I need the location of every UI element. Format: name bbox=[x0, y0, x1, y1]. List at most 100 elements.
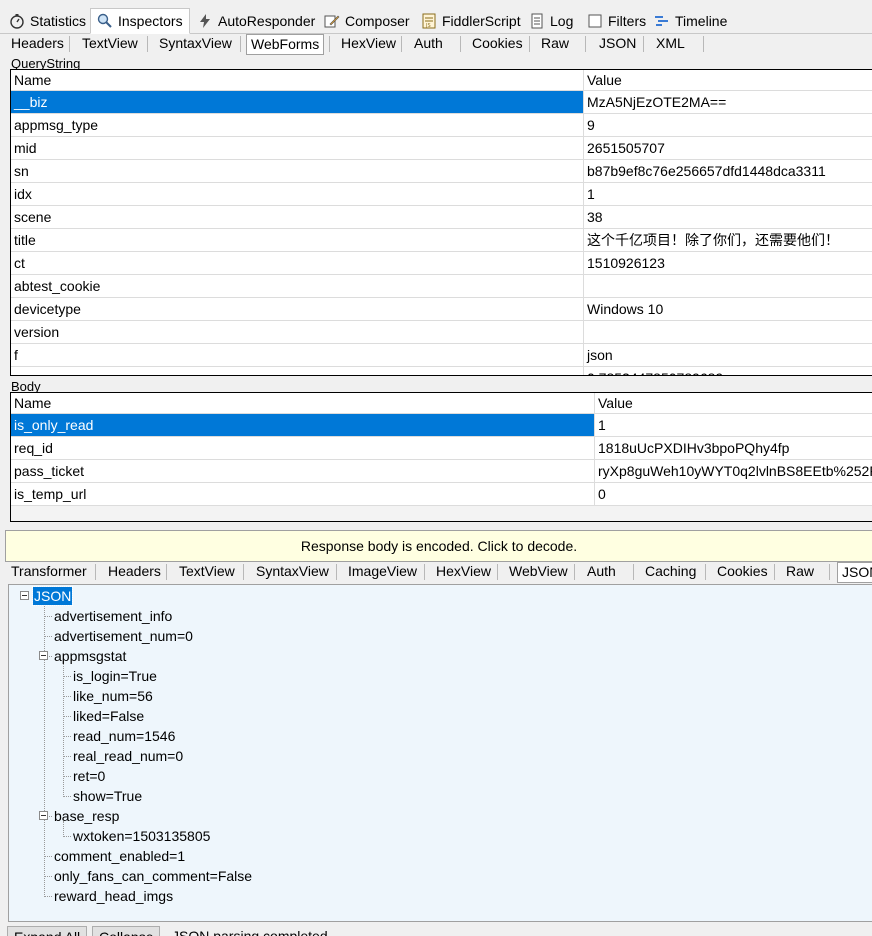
table-row[interactable]: sn b87b9ef8c76e256657dfd1448dca3311 bbox=[11, 160, 872, 183]
tab-fiddlerscript[interactable]: JS FiddlerScript bbox=[414, 10, 528, 32]
cell-value[interactable]: 这个千亿项目！除了你们，还需要他们！ bbox=[584, 229, 839, 251]
cell-name[interactable]: pass_ticket bbox=[11, 460, 595, 482]
table-row[interactable]: ct 1510926123 bbox=[11, 252, 872, 275]
resp-tab-imageview[interactable]: ImageView bbox=[346, 562, 419, 582]
tab-log[interactable]: Log bbox=[522, 10, 580, 32]
cell-name[interactable]: title bbox=[11, 229, 584, 251]
cell-value[interactable]: 2651505707 bbox=[584, 137, 665, 159]
decode-notice-bar[interactable]: Response body is encoded. Click to decod… bbox=[5, 530, 872, 562]
resp-tab-auth[interactable]: Auth bbox=[585, 562, 618, 582]
req-tab-headers[interactable]: Headers bbox=[9, 34, 66, 54]
cell-value[interactable]: 1510926123 bbox=[584, 252, 665, 274]
table-row[interactable]: devicetype Windows 10 bbox=[11, 298, 872, 321]
req-tab-textview[interactable]: TextView bbox=[80, 34, 140, 54]
cell-name[interactable]: __biz bbox=[11, 91, 584, 113]
table-row[interactable]: abtest_cookie bbox=[11, 275, 872, 298]
resp-tab-hexview[interactable]: HexView bbox=[434, 562, 493, 582]
cell-name[interactable]: is_only_read bbox=[11, 414, 595, 436]
tree-node[interactable]: comment_enabled=1 bbox=[53, 847, 186, 865]
cell-value[interactable]: 1818uUcPXDIHv3bpoPQhy4fp bbox=[595, 437, 789, 459]
cell-value[interactable]: b87b9ef8c76e256657dfd1448dca3311 bbox=[584, 160, 826, 182]
column-header-name[interactable]: Name bbox=[11, 70, 584, 90]
req-tab-webforms[interactable]: WebForms bbox=[246, 34, 325, 55]
table-row[interactable]: appmsg_type 9 bbox=[11, 114, 872, 137]
cell-value[interactable]: 9 bbox=[584, 114, 595, 136]
table-row[interactable]: scene 38 bbox=[11, 206, 872, 229]
resp-tab-textview[interactable]: TextView bbox=[177, 562, 237, 582]
table-row[interactable]: 0.7852447850789689 bbox=[11, 367, 872, 375]
req-tab-syntaxview[interactable]: SyntaxView bbox=[157, 34, 234, 54]
resp-tab-raw[interactable]: Raw bbox=[784, 562, 816, 582]
tree-node[interactable]: reward_head_imgs bbox=[53, 887, 174, 905]
collapse-toggle-icon[interactable] bbox=[39, 651, 48, 660]
tab-inspectors[interactable]: Inspectors bbox=[90, 8, 190, 34]
tree-node[interactable]: show=True bbox=[72, 787, 143, 805]
table-row[interactable]: __biz MzA5NjEzOTE2MA== bbox=[11, 91, 872, 114]
table-row[interactable]: f json bbox=[11, 344, 872, 367]
tab-filters[interactable]: Filters bbox=[580, 10, 653, 32]
tab-autoresponder[interactable]: AutoResponder bbox=[190, 10, 322, 32]
cell-value[interactable]: ryXp8guWeh10yWYT0q2lvlnBS8EEtb%252F bbox=[595, 460, 872, 482]
req-tab-xml[interactable]: XML bbox=[654, 34, 687, 54]
tree-node[interactable]: like_num=56 bbox=[72, 687, 154, 705]
cell-value[interactable]: 1 bbox=[584, 183, 595, 205]
body-grid[interactable]: Name Value is_only_read 1 req_id 1818uUcPX… bbox=[10, 392, 872, 522]
cell-value[interactable] bbox=[584, 321, 587, 343]
querystring-grid[interactable]: Name Value __biz MzA5NjEzOTE2MA== appmsg_… bbox=[10, 69, 872, 376]
collapse-toggle-icon[interactable] bbox=[39, 811, 48, 820]
cell-name[interactable] bbox=[11, 367, 584, 375]
cell-value[interactable] bbox=[584, 275, 587, 297]
cell-value[interactable]: 0.7852447850789689 bbox=[584, 367, 723, 375]
cell-name[interactable]: devicetype bbox=[11, 298, 584, 320]
cell-value[interactable]: Windows 10 bbox=[584, 298, 663, 320]
tree-node[interactable]: only_fans_can_comment=False bbox=[53, 867, 253, 885]
table-row[interactable]: mid 2651505707 bbox=[11, 137, 872, 160]
tree-node[interactable]: advertisement_info bbox=[53, 607, 173, 625]
tree-node[interactable]: appmsgstat bbox=[53, 647, 127, 665]
table-row[interactable]: title 这个千亿项目！除了你们，还需要他们！ bbox=[11, 229, 872, 252]
tree-node[interactable]: base_resp bbox=[53, 807, 120, 825]
tree-node[interactable]: advertisement_num=0 bbox=[53, 627, 194, 645]
cell-name[interactable]: f bbox=[11, 344, 584, 366]
tree-node[interactable]: ret=0 bbox=[72, 767, 106, 785]
expand-all-button[interactable]: Expand All bbox=[7, 926, 88, 936]
cell-name[interactable]: req_id bbox=[11, 437, 595, 459]
req-tab-auth[interactable]: Auth bbox=[412, 34, 445, 54]
cell-value[interactable]: 38 bbox=[584, 206, 603, 228]
collapse-toggle-icon[interactable] bbox=[20, 591, 29, 600]
cell-name[interactable]: appmsg_type bbox=[11, 114, 584, 136]
column-header-value[interactable]: Value bbox=[595, 393, 633, 413]
resp-tab-syntaxview[interactable]: SyntaxView bbox=[254, 562, 331, 582]
resp-tab-cookies[interactable]: Cookies bbox=[715, 562, 770, 582]
resp-tab-transformer[interactable]: Transformer bbox=[9, 562, 89, 582]
tree-node[interactable]: wxtoken=1503135805 bbox=[72, 827, 211, 845]
column-header-name[interactable]: Name bbox=[11, 393, 595, 413]
resp-tab-headers[interactable]: Headers bbox=[106, 562, 163, 582]
json-tree-view[interactable]: JSON advertisement_info advertisement_nu… bbox=[8, 584, 872, 922]
req-tab-json[interactable]: JSON bbox=[597, 34, 638, 54]
column-header-value[interactable]: Value bbox=[584, 70, 622, 90]
table-row[interactable]: version bbox=[11, 321, 872, 344]
cell-name[interactable]: is_temp_url bbox=[11, 483, 595, 505]
tree-node-root[interactable]: JSON bbox=[31, 586, 74, 606]
cell-value[interactable]: 0 bbox=[595, 483, 606, 505]
cell-name[interactable]: abtest_cookie bbox=[11, 275, 584, 297]
cell-name[interactable]: ct bbox=[11, 252, 584, 274]
resp-tab-webview[interactable]: WebView bbox=[507, 562, 570, 582]
cell-value[interactable]: MzA5NjEzOTE2MA== bbox=[584, 91, 726, 113]
tree-node[interactable]: real_read_num=0 bbox=[72, 747, 184, 765]
tab-timeline[interactable]: Timeline bbox=[647, 10, 734, 32]
table-row[interactable]: pass_ticket ryXp8guWeh10yWYT0q2lvlnBS8EEt… bbox=[11, 460, 872, 483]
collapse-button[interactable]: Collapse bbox=[92, 926, 161, 936]
tab-statistics[interactable]: Statistics bbox=[2, 10, 93, 32]
table-row[interactable]: is_only_read 1 bbox=[11, 414, 872, 437]
req-tab-hexview[interactable]: HexView bbox=[339, 34, 398, 54]
cell-value[interactable]: json bbox=[584, 344, 613, 366]
tab-composer[interactable]: Composer bbox=[317, 10, 417, 32]
cell-name[interactable]: mid bbox=[11, 137, 584, 159]
table-row[interactable]: idx 1 bbox=[11, 183, 872, 206]
cell-name[interactable]: sn bbox=[11, 160, 584, 182]
tree-node[interactable]: read_num=1546 bbox=[72, 727, 176, 745]
req-tab-raw[interactable]: Raw bbox=[539, 34, 571, 54]
cell-name[interactable]: idx bbox=[11, 183, 584, 205]
